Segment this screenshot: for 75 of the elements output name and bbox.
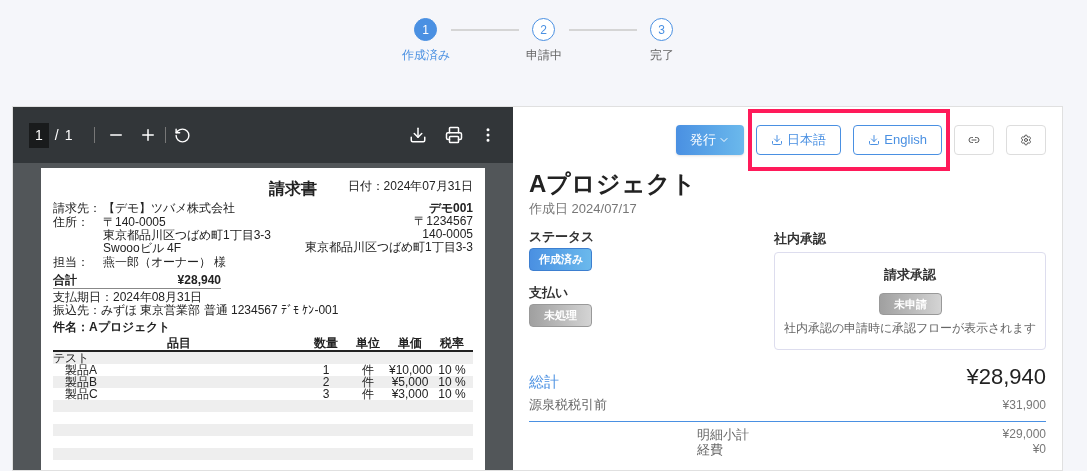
total-value: ¥28,940 [177, 273, 221, 288]
column-header: 単価 [397, 337, 423, 350]
field-label: 担当： [53, 256, 90, 269]
settings-button[interactable] [1006, 125, 1046, 155]
approval-note: 社内承認の申請時に承認フローが表示されます [784, 320, 1036, 337]
issuer-line: デモ001 [428, 202, 473, 215]
field-value: Swoooビル 4F [103, 242, 183, 255]
page-number-field[interactable]: 1 [29, 122, 49, 148]
step-label: 申請中 [525, 47, 562, 64]
payment-note: 支払期日：2024年08月31日 [53, 291, 204, 304]
page-total: 1 [64, 125, 73, 145]
issuer-line: 140-0005 [422, 228, 473, 241]
field-value: 東京都品川区つばめ町1丁目3-3 [103, 229, 272, 242]
field-value: 燕一郎（オーナー） 様 [103, 256, 227, 269]
group-cell: テスト [53, 352, 89, 364]
table-cell-text: 件 [361, 376, 375, 388]
table-cell: ¥10,000 [389, 364, 431, 376]
download-button[interactable]: 日本語 [756, 125, 842, 155]
subtotal-value: ¥0 [1032, 441, 1046, 457]
download-icon [868, 134, 881, 146]
approval-label: 社内承認 [774, 229, 827, 248]
field-value: 〒140-0005 [103, 216, 167, 229]
table-cell-text: ¥5,000 [391, 376, 429, 388]
column-header: 税率 [439, 337, 465, 350]
table-cell-text: 10 % [437, 364, 467, 376]
subtotal-label: 明細小計 [697, 426, 749, 442]
subject-line: 件名：Aプロジェクト [53, 321, 171, 334]
payment-label: 支払い [529, 283, 569, 302]
step-label: 作成済み [401, 47, 450, 64]
table-cell-text: 1 [321, 364, 331, 376]
approval-title: 請求承認 [884, 266, 936, 284]
field-label: 請求先： [53, 202, 102, 215]
grand-total-value: ¥28,940 [966, 363, 1046, 391]
issue-button[interactable]: 発行 [676, 125, 745, 155]
download-icon[interactable] [409, 126, 427, 144]
table-cell-text: 件 [361, 388, 375, 400]
step-label: 完了 [649, 47, 674, 64]
table-cell-text: 2 [321, 376, 331, 388]
status-label: ステータス [529, 227, 595, 246]
document-date: 日付：2024年07月31日 [347, 180, 473, 193]
table-cell-text: 10 % [437, 388, 467, 400]
link-icon [968, 134, 980, 146]
grand-total-label: 総計 [529, 371, 559, 392]
document-title: 請求書 [269, 180, 317, 198]
rotate-icon[interactable] [174, 126, 192, 144]
subtotal-label: 経費 [697, 441, 723, 457]
field-value: 【デモ】ツバメ株式会社 [103, 202, 235, 215]
table-cell-text: 10 % [437, 376, 467, 388]
payment-note: 振込先：みずほ 東京営業部 普通 1234567 ﾃﾞﾓ ｹﾝ-001 [53, 304, 340, 317]
issuer-line: 〒1234567 [414, 215, 473, 228]
created-date: 作成日 2024/07/17 [529, 200, 638, 218]
total-label: 合計 [53, 273, 77, 288]
status-badge: 未申請 [878, 292, 942, 315]
table-cell-text: 製品C [64, 388, 99, 400]
table-cell-text: 製品A [64, 364, 98, 376]
status-badge: 作成済み [529, 248, 592, 271]
column-header: 品目 [166, 337, 192, 350]
page-separator: / [54, 125, 59, 145]
print-icon[interactable] [445, 126, 463, 144]
issuer-line: 東京都品川区つばめ町1丁目3-3 [304, 241, 473, 254]
table-cell-text: 3 [321, 388, 331, 400]
settings-icon [1020, 134, 1032, 146]
table-cell-text: 件 [361, 364, 375, 376]
before-tax-label: 源泉税税引前 [529, 396, 607, 414]
column-header: 数量 [313, 337, 339, 350]
subtotal-value: ¥29,000 [1002, 426, 1046, 442]
before-tax-value: ¥31,900 [1002, 396, 1046, 414]
table-cell-text: 製品B [64, 376, 98, 388]
column-header: 単位 [355, 337, 381, 350]
download-icon [771, 134, 784, 146]
field-label: 住所： [53, 216, 90, 231]
table-cell-text: ¥3,000 [390, 388, 430, 400]
download-button[interactable]: English [853, 125, 942, 155]
status-badge: 未処理 [529, 304, 592, 327]
project-title: Aプロジェクト [529, 169, 698, 199]
